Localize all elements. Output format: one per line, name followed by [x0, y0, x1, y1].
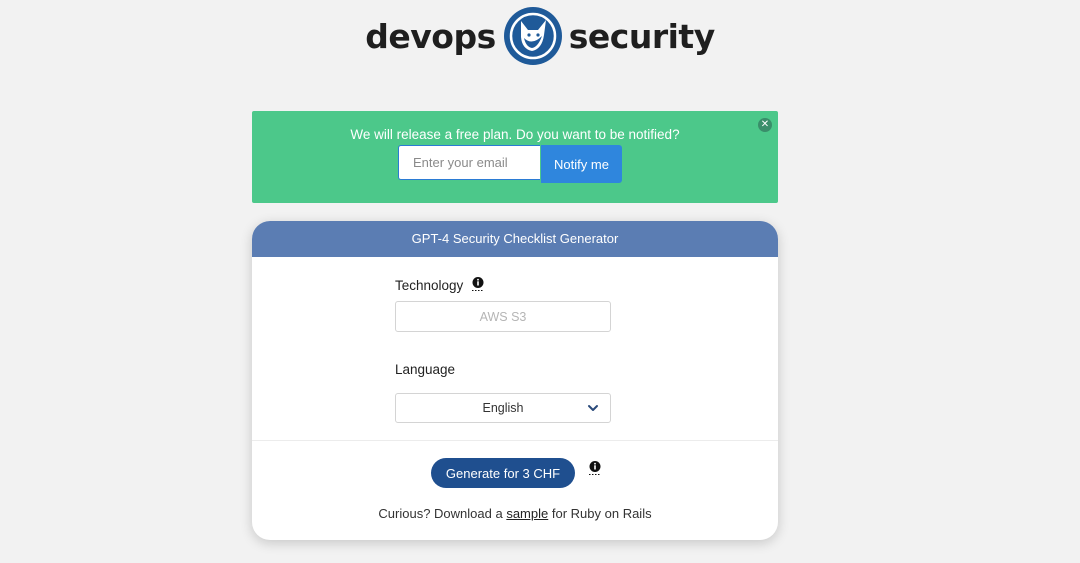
- technology-label: Technology: [395, 278, 464, 293]
- language-select[interactable]: English: [395, 393, 611, 423]
- footer-suffix: for Ruby on Rails: [551, 506, 652, 521]
- language-label: Language: [395, 362, 456, 377]
- info-icon[interactable]: [471, 276, 485, 292]
- close-icon[interactable]: ✕: [758, 118, 772, 132]
- logo-word-security: security: [568, 16, 715, 56]
- notify-banner: We will release a free plan. Do you want…: [252, 111, 778, 203]
- notify-me-button[interactable]: Notify me: [541, 145, 622, 183]
- checklist-generator-card: GPT-4 Security Checklist Generator Techn…: [252, 221, 778, 540]
- email-input[interactable]: [398, 145, 540, 180]
- banner-message: We will release a free plan. Do you want…: [350, 127, 680, 142]
- generate-button[interactable]: Generate for 3 CHF: [431, 458, 575, 488]
- technology-label-row: Technology: [395, 276, 485, 293]
- language-selected-value: English: [482, 401, 524, 415]
- info-icon[interactable]: [588, 460, 602, 476]
- logo-word-devops: devops: [365, 16, 496, 56]
- footer-prefix: Curious? Download a: [378, 506, 503, 521]
- chevron-down-icon: [588, 405, 598, 411]
- fox-circle-icon: [503, 7, 562, 65]
- card-title: GPT-4 Security Checklist Generator: [252, 221, 778, 257]
- sample-download-text: Curious? Download a sample for Ruby on R…: [252, 506, 778, 521]
- technology-input[interactable]: [395, 301, 611, 332]
- card-divider: [252, 440, 778, 441]
- site-logo[interactable]: devops security: [0, 4, 1080, 68]
- sample-link[interactable]: sample: [506, 506, 548, 521]
